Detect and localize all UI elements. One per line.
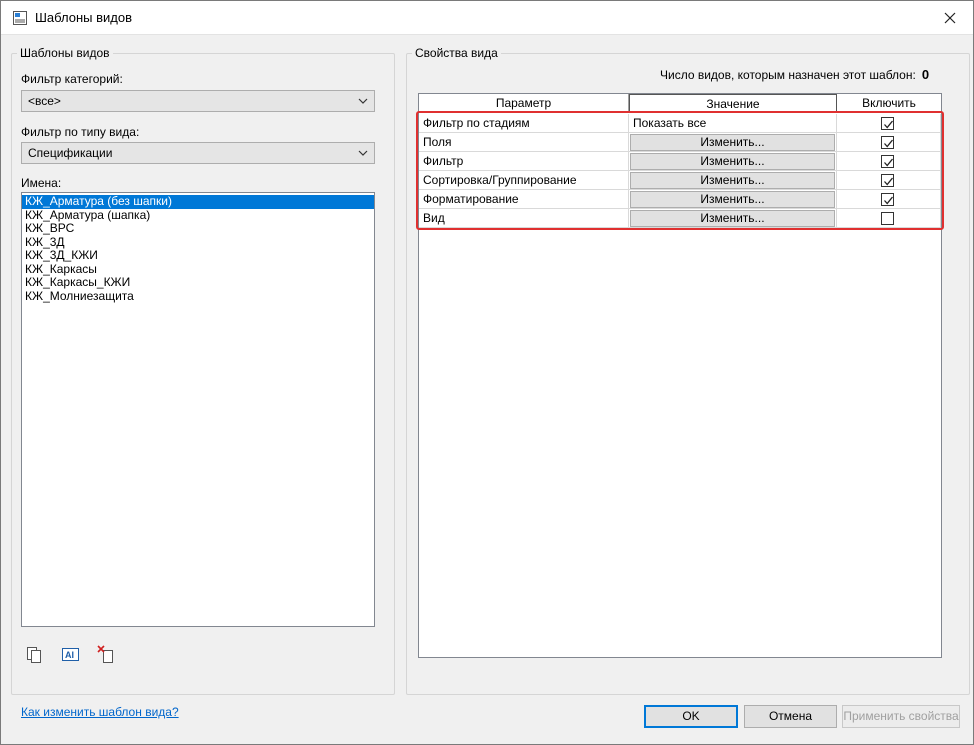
check-icon <box>884 177 894 186</box>
value-cell: Изменить... <box>629 190 837 209</box>
edit-button[interactable]: Изменить... <box>630 210 835 227</box>
value-cell: Изменить... <box>629 133 837 152</box>
include-cell <box>837 114 941 133</box>
list-item[interactable]: КЖ_Каркасы <box>22 262 374 277</box>
chevron-down-icon <box>358 150 368 156</box>
duplicate-icon <box>27 647 41 663</box>
list-item[interactable]: КЖ_ВРС <box>22 221 374 236</box>
rename-icon: AI <box>62 648 79 661</box>
list-item[interactable]: КЖ_3Д <box>22 235 374 250</box>
list-item[interactable]: КЖ_Каркасы_КЖИ <box>22 275 374 290</box>
value-cell[interactable]: Показать все <box>629 114 837 133</box>
edit-button[interactable]: Изменить... <box>630 172 835 189</box>
table-row: Фильтр Изменить... <box>419 152 941 171</box>
include-checkbox[interactable] <box>881 174 894 187</box>
include-cell <box>837 190 941 209</box>
view-templates-group-label: Шаблоны видов <box>17 46 113 60</box>
close-button[interactable] <box>927 1 973 34</box>
include-checkbox[interactable] <box>881 212 894 225</box>
column-header-include[interactable]: Включить <box>837 94 941 113</box>
check-icon <box>884 158 894 167</box>
include-cell <box>837 152 941 171</box>
assigned-count-row: Число видов, которым назначен этот шабло… <box>660 67 929 82</box>
table-row: Форматирование Изменить... <box>419 190 941 209</box>
include-cell <box>837 171 941 190</box>
table-row: Фильтр по стадиям Показать все <box>419 114 941 133</box>
assigned-count-label: Число видов, которым назначен этот шабло… <box>660 68 916 82</box>
ok-button[interactable]: OK <box>644 705 738 728</box>
duplicate-button[interactable] <box>25 645 45 665</box>
list-item[interactable]: КЖ_Молниезащита <box>22 289 374 304</box>
edit-button[interactable]: Изменить... <box>630 153 835 170</box>
param-cell: Фильтр <box>419 152 629 171</box>
category-filter-label: Фильтр категорий: <box>21 72 123 86</box>
include-checkbox[interactable] <box>881 136 894 149</box>
include-checkbox[interactable] <box>881 117 894 130</box>
title-bar: Шаблоны видов <box>1 1 973 35</box>
column-header-value[interactable]: Значение <box>629 94 837 113</box>
rename-button[interactable]: AI <box>61 645 81 665</box>
cancel-button[interactable]: Отмена <box>744 705 837 728</box>
delete-icon <box>97 645 113 663</box>
list-item[interactable]: КЖ_Арматура (шапка) <box>22 208 374 223</box>
view-properties-group-label: Свойства вида <box>412 46 501 60</box>
value-cell: Изменить... <box>629 171 837 190</box>
names-label: Имена: <box>21 176 62 190</box>
delete-button[interactable] <box>97 645 117 665</box>
window-title: Шаблоны видов <box>35 10 132 25</box>
category-filter-select[interactable]: <все> <box>21 90 375 112</box>
param-cell: Фильтр по стадиям <box>419 114 629 133</box>
list-item[interactable]: КЖ_Арматура (без шапки) <box>22 194 374 209</box>
check-icon <box>884 120 894 129</box>
param-cell: Сортировка/Группирование <box>419 171 629 190</box>
view-type-filter-label: Фильтр по типу вида: <box>21 125 140 139</box>
include-cell <box>837 209 941 228</box>
edit-button[interactable]: Изменить... <box>630 191 835 208</box>
grid-header: Параметр Значение Включить <box>419 94 941 113</box>
table-row: Вид Изменить... <box>419 209 941 228</box>
value-cell: Изменить... <box>629 209 837 228</box>
assigned-count-value: 0 <box>921 67 930 82</box>
close-icon <box>944 12 956 23</box>
column-header-parameter[interactable]: Параметр <box>419 94 629 113</box>
view-type-filter-value: Спецификации <box>28 146 113 160</box>
apply-properties-button[interactable]: Применить свойства <box>842 705 960 728</box>
param-cell: Поля <box>419 133 629 152</box>
check-icon <box>884 139 894 148</box>
include-cell <box>837 133 941 152</box>
svg-text:AI: AI <box>65 650 74 660</box>
table-row: Поля Изменить... <box>419 133 941 152</box>
dialog-window: Шаблоны видов Шаблоны видов Фильтр катег… <box>0 0 974 745</box>
include-checkbox[interactable] <box>881 193 894 206</box>
chevron-down-icon <box>358 98 368 104</box>
param-cell: Форматирование <box>419 190 629 209</box>
include-checkbox[interactable] <box>881 155 894 168</box>
category-filter-value: <все> <box>28 94 61 108</box>
properties-grid: Параметр Значение Включить Фильтр по ста… <box>418 93 942 658</box>
edit-button[interactable]: Изменить... <box>630 134 835 151</box>
value-cell: Изменить... <box>629 152 837 171</box>
table-row: Сортировка/Группирование Изменить... <box>419 171 941 190</box>
help-link[interactable]: Как изменить шаблон вида? <box>21 705 179 719</box>
param-cell: Вид <box>419 209 629 228</box>
names-listbox[interactable]: КЖ_Арматура (без шапки) КЖ_Арматура (шап… <box>21 192 375 627</box>
check-icon <box>884 196 894 205</box>
list-item[interactable]: КЖ_3Д_КЖИ <box>22 248 374 263</box>
view-type-filter-select[interactable]: Спецификации <box>21 142 375 164</box>
app-icon <box>13 11 27 25</box>
